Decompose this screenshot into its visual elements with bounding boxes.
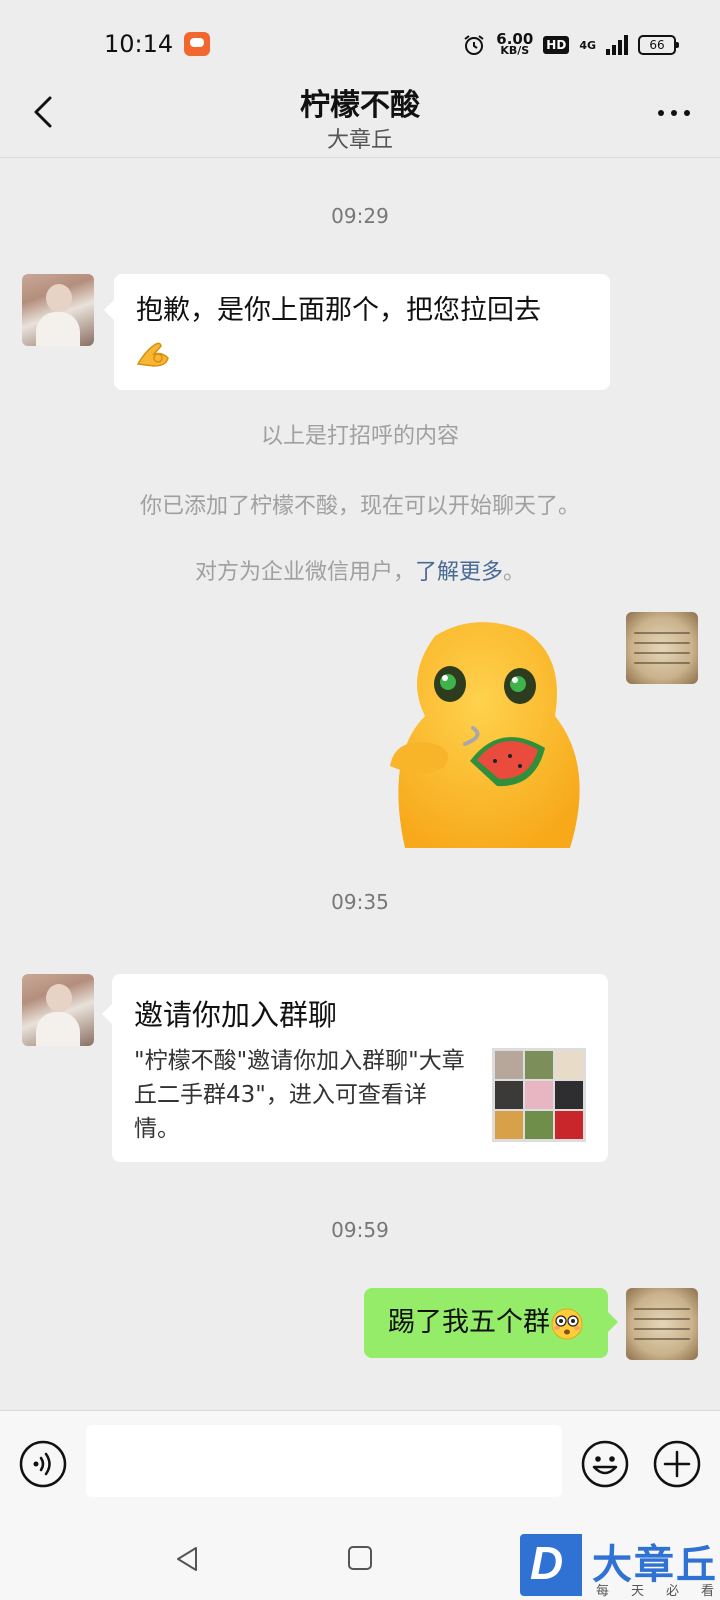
watermark-logo: D 大章丘 每天必看 [520, 1534, 720, 1600]
invite-description: "柠檬不酸"邀请你加入群聊"大章丘二手群43"，进入可查看详情。 [134, 1048, 465, 1142]
speed-unit: KB/S [500, 44, 530, 57]
message-bubble[interactable]: 抱歉，是你上面那个，把您拉回去 [104, 274, 610, 390]
voice-input-button[interactable] [18, 1439, 68, 1489]
status-indicators: 6.00 KB/S HD 4G 66 [462, 30, 679, 60]
alarm-icon [464, 35, 484, 55]
timestamp: 09:29 [331, 204, 389, 228]
more-dot [671, 110, 677, 116]
flushed-face-emoji-icon [551, 1308, 583, 1339]
more-options-button[interactable] [652, 98, 696, 128]
contact-avatar[interactable] [22, 274, 94, 346]
learn-more-link[interactable]: 了解更多 [415, 560, 503, 585]
nav-home-icon[interactable] [346, 1544, 374, 1572]
more-dot [658, 110, 664, 116]
smiley-icon [581, 1440, 629, 1488]
chat-header: 柠檬不酸 大章丘 [0, 72, 720, 158]
system-note-text: 对方为企业微信用户， [194, 560, 415, 585]
plus-icon [653, 1440, 701, 1488]
emoji-button[interactable] [580, 1439, 630, 1489]
my-avatar[interactable] [626, 1288, 698, 1360]
message-bubble[interactable]: 踢了我五个群 [364, 1288, 618, 1358]
voice-icon [19, 1440, 67, 1488]
invite-title: 邀请你加入群聊 [134, 998, 338, 1032]
nav-back-icon[interactable] [172, 1544, 202, 1574]
watermark-logo-mark: D [520, 1534, 582, 1596]
watermark-logo-letter: D [530, 1537, 564, 1589]
timestamp: 09:35 [331, 890, 389, 914]
hd-badge: HD [543, 36, 570, 54]
network-speed: 6.00 KB/S [496, 32, 533, 57]
message-text: 踢了我五个群 [388, 1307, 550, 1338]
more-dot [684, 110, 690, 116]
system-note: 对方为企业微信用户，了解更多。 [0, 554, 720, 586]
network-type: 4G [579, 38, 596, 52]
chat-title: 柠檬不酸 [300, 88, 420, 123]
chat-subtitle: 大章丘 [326, 128, 393, 153]
group-invite-card[interactable]: 邀请你加入群聊 "柠檬不酸"邀请你加入群聊"大章丘二手群43"，进入可查看详情。 [102, 974, 608, 1162]
message-input[interactable] [86, 1425, 562, 1497]
battery-icon: 66 [638, 35, 679, 55]
system-note: 你已添加了柠檬不酸，现在可以开始聊天了。 [139, 494, 580, 519]
system-note-text: 。 [503, 560, 526, 585]
system-note: 以上是打招呼的内容 [260, 424, 459, 449]
group-avatar-grid [492, 1048, 586, 1142]
sticker-image[interactable] [385, 616, 595, 848]
more-functions-button[interactable] [652, 1439, 702, 1489]
status-time: 10:14 [104, 30, 174, 58]
signal-icon [606, 35, 628, 55]
timestamp: 09:59 [331, 1218, 389, 1242]
ok-hand-emoji-icon [136, 342, 169, 367]
contact-avatar[interactable] [22, 974, 94, 1046]
my-avatar[interactable] [626, 612, 698, 684]
app-notification-icon [184, 32, 210, 56]
input-bar [0, 1410, 720, 1516]
message-text: 抱歉，是你上面那个，把您拉回去 [136, 295, 541, 326]
watermark-slogan: 每天必看 [596, 1584, 714, 1599]
